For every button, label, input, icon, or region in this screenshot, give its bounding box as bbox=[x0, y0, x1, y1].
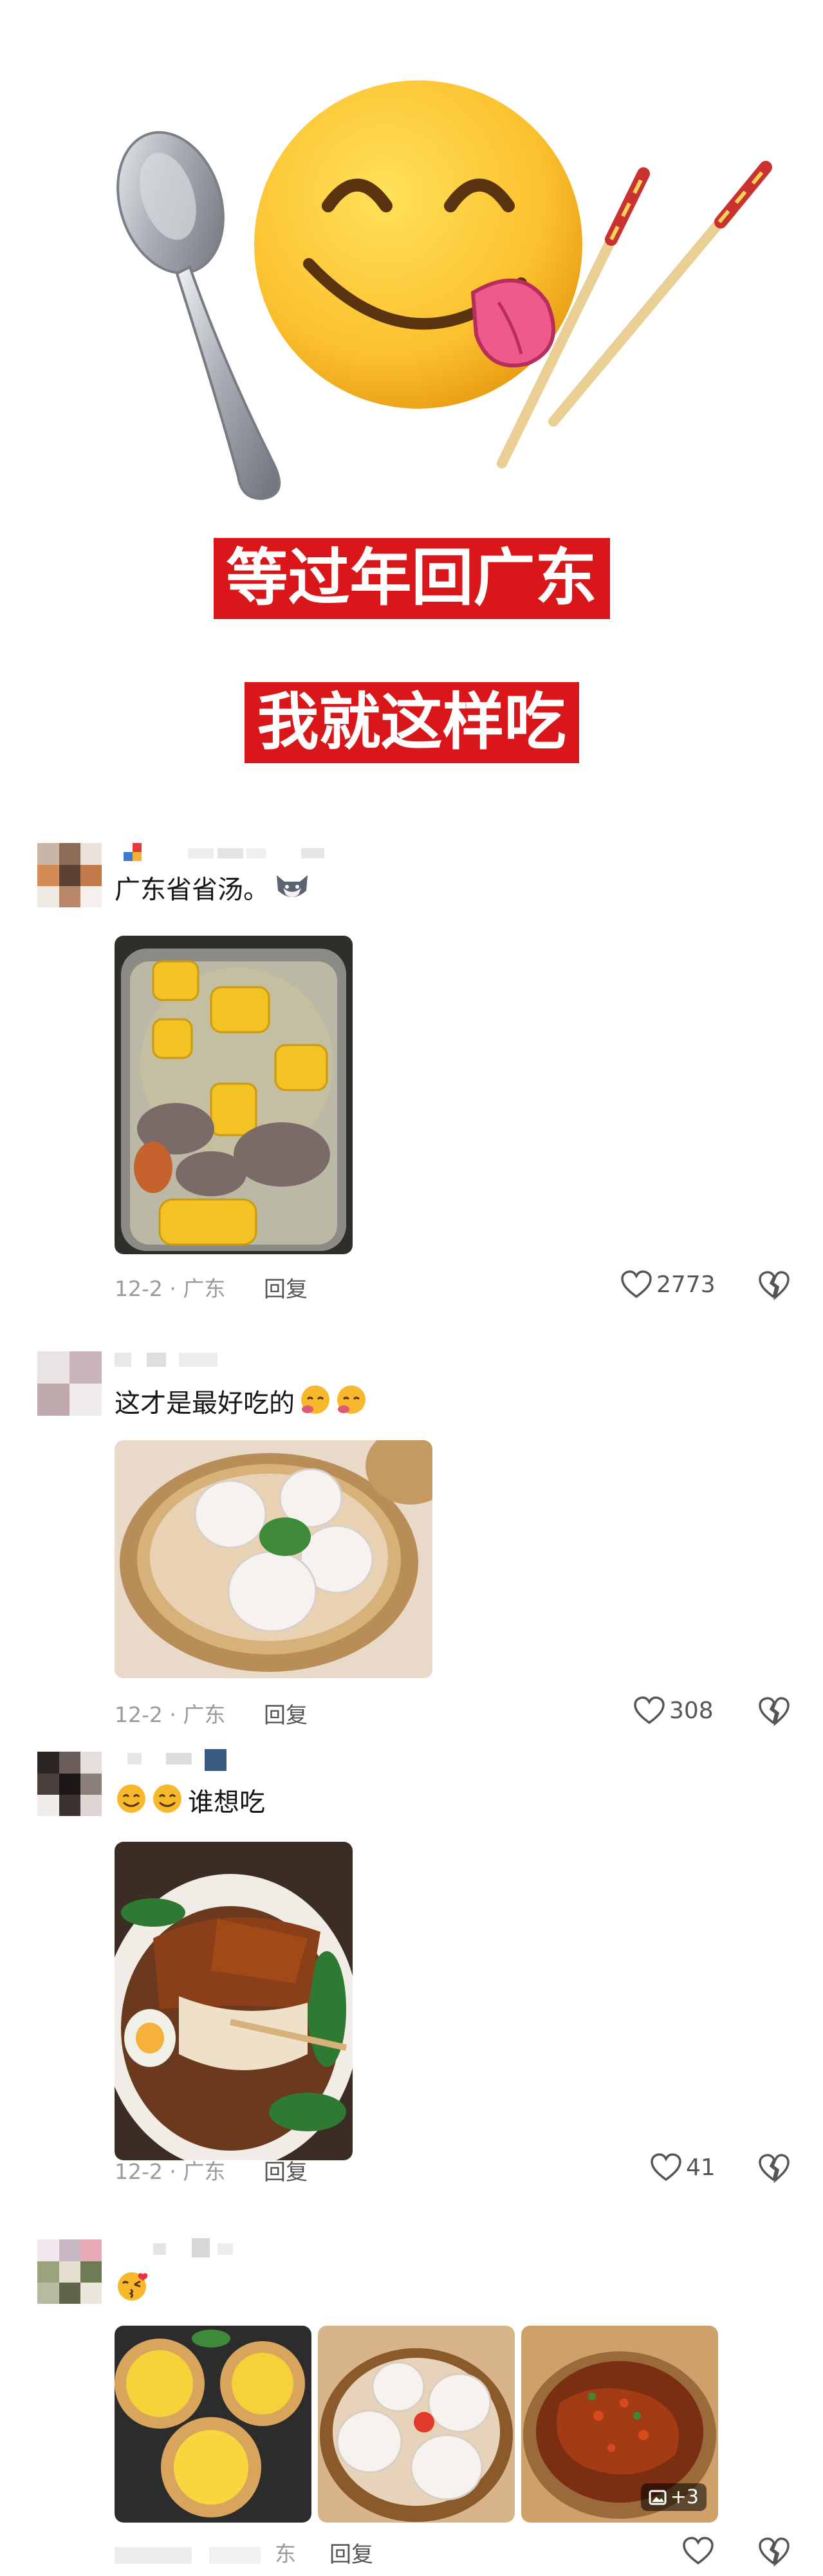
comment-date-location: 12-2 · 广东 bbox=[115, 2159, 226, 2184]
comment-photo-chicken-feet[interactable]: +3 bbox=[521, 2326, 718, 2523]
comment-photo-roast-goose[interactable] bbox=[115, 1842, 353, 2160]
smile-emoji bbox=[115, 1783, 185, 1823]
avatar[interactable] bbox=[37, 1752, 102, 1816]
like-button[interactable]: 2773 bbox=[620, 1270, 716, 1299]
hero-banner: 等过年回广东 我就这样吃 bbox=[0, 0, 823, 798]
like-button[interactable]: 308 bbox=[633, 1696, 714, 1725]
kiss-emoji bbox=[115, 2270, 149, 2311]
comment-date-location: 12-2 · 广东 bbox=[115, 1702, 226, 1727]
username-blurred[interactable] bbox=[115, 1749, 243, 1771]
comment-text: 这才是最好吃的 bbox=[115, 1384, 369, 1424]
title-line-1: 等过年回广东 bbox=[213, 538, 610, 619]
title-line-2: 我就这样吃 bbox=[244, 682, 579, 763]
comment-date-location: 12-2 · 广东 bbox=[115, 1276, 226, 1301]
username-blurred[interactable] bbox=[115, 843, 333, 862]
yum-face-emoji bbox=[254, 80, 582, 409]
comment-item: 这才是最好吃的 12-2 · 广东 回复 308 bbox=[0, 1345, 823, 1731]
comment-text bbox=[115, 2270, 149, 2311]
like-button[interactable]: 41 bbox=[650, 2153, 716, 2182]
comment-photo-soup[interactable] bbox=[115, 936, 353, 1254]
like-count: 308 bbox=[669, 1697, 714, 1724]
comment-date-location: 东 bbox=[115, 2537, 296, 2568]
heart-icon bbox=[634, 1696, 665, 1725]
image-icon bbox=[649, 2490, 667, 2505]
cat-emoji bbox=[273, 870, 311, 911]
comment-item: +3 东 回复 bbox=[0, 2233, 823, 2576]
like-count: 2773 bbox=[656, 1271, 716, 1298]
reply-button[interactable]: 回复 bbox=[264, 2154, 308, 2186]
username-blurred[interactable] bbox=[115, 1353, 230, 1372]
reply-button[interactable]: 回复 bbox=[329, 2537, 373, 2568]
comment-text: 广东省省汤。 bbox=[115, 870, 311, 911]
broken-heart-icon[interactable] bbox=[758, 2537, 790, 2566]
comment-item: 广东省省汤。 12-2 · 广东 回复 2773 bbox=[0, 837, 823, 1302]
broken-heart-icon[interactable] bbox=[758, 1270, 790, 1300]
avatar[interactable] bbox=[37, 2239, 102, 2304]
avatar[interactable] bbox=[37, 843, 102, 907]
broken-heart-icon[interactable] bbox=[758, 2153, 790, 2183]
heart-icon bbox=[651, 2153, 681, 2182]
hug-emoji bbox=[299, 1384, 369, 1424]
comment-text: 谁想吃 bbox=[115, 1783, 265, 1823]
comment-item: 谁想吃 12-2 · 广东 回复 41 bbox=[0, 1745, 823, 2196]
username-blurred[interactable] bbox=[115, 2238, 243, 2257]
broken-heart-icon[interactable] bbox=[758, 1696, 790, 1726]
heart-icon bbox=[621, 1270, 652, 1299]
more-photos-badge[interactable]: +3 bbox=[640, 2483, 707, 2511]
avatar[interactable] bbox=[37, 1351, 102, 1416]
comment-photo-dim-sum[interactable] bbox=[115, 1440, 432, 1678]
comment-photo-egg-tarts[interactable] bbox=[115, 2326, 311, 2523]
comment-photo-shrimp-dumplings[interactable] bbox=[318, 2326, 515, 2523]
like-count: 41 bbox=[686, 2154, 716, 2181]
heart-icon[interactable] bbox=[682, 2537, 714, 2565]
reply-button[interactable]: 回复 bbox=[264, 1272, 308, 1303]
reply-button[interactable]: 回复 bbox=[264, 1698, 308, 1729]
